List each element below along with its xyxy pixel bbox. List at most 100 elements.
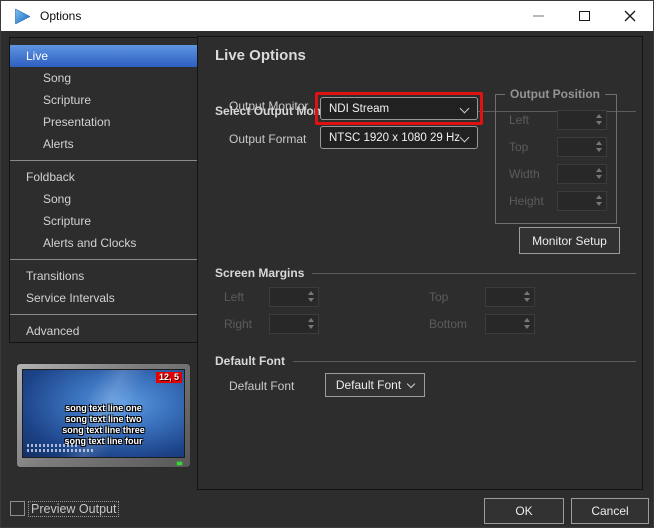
preview-screen: 12, 5 song text line one song text line t… — [22, 369, 185, 458]
spinner-up-icon — [596, 141, 602, 145]
sidebar-item-transitions[interactable]: Transitions — [10, 265, 197, 287]
sidebar: LiveSongScripturePresentationAlertsFoldb… — [9, 37, 198, 343]
sidebar-item-foldback[interactable]: Foldback — [10, 166, 197, 188]
page-title: Live Options — [215, 47, 306, 64]
maximize-button[interactable] — [561, 1, 607, 31]
sidebar-divider — [10, 314, 197, 315]
chevron-down-icon — [460, 104, 470, 114]
spinner-down-icon — [596, 121, 602, 125]
group-divider-line — [293, 361, 636, 362]
default-font-dropdown[interactable]: Default Font — [325, 373, 425, 397]
live-options-panel: Live Options Select Output Monitor Outpu… — [197, 36, 643, 490]
default-font-group-header: Default Font — [215, 354, 636, 368]
chevron-down-icon — [460, 133, 470, 143]
output-position-group-label: Output Position — [505, 87, 605, 101]
sidebar-divider — [10, 259, 197, 260]
preview-info-text-line — [27, 449, 93, 452]
preview-monitor: 12, 5 song text line one song text line t… — [16, 363, 191, 468]
close-icon — [624, 10, 636, 22]
cancel-button[interactable]: Cancel — [571, 498, 649, 524]
default-font-label: Default Font — [229, 379, 294, 393]
output-monitor-label: Output Monitor — [229, 99, 308, 113]
output-position-row: Width — [509, 163, 607, 184]
field-label: Width — [509, 167, 540, 181]
output-position-row: Top — [509, 136, 607, 157]
output-format-label: Output Format — [229, 132, 306, 146]
number-spinner — [485, 314, 535, 334]
sidebar-item-advanced[interactable]: Advanced — [10, 320, 197, 342]
output-monitor-dropdown[interactable]: NDI Stream — [320, 97, 478, 120]
screen-margins-group-header: Screen Margins — [215, 266, 636, 280]
output-position-row: Height — [509, 190, 607, 211]
sidebar-divider — [10, 160, 197, 161]
spinner-up-icon — [524, 318, 530, 322]
screen-margins-left-column: Left Right — [224, 286, 319, 340]
spinner-up-icon — [596, 195, 602, 199]
field-label: Top — [429, 290, 485, 304]
spinner-down-icon — [524, 298, 530, 302]
group-label: Default Font — [215, 354, 285, 368]
close-button[interactable] — [607, 1, 653, 31]
spinner-down-icon — [596, 175, 602, 179]
number-spinner — [557, 137, 607, 157]
spinner-arrows — [524, 291, 530, 302]
group-label: Screen Margins — [215, 266, 304, 280]
spinner-arrows — [596, 195, 602, 206]
spinner-down-icon — [596, 148, 602, 152]
sidebar-item-song[interactable]: Song — [10, 67, 197, 89]
screen-margin-row: Top — [429, 286, 535, 307]
spinner-down-icon — [308, 325, 314, 329]
sidebar-item-service-intervals[interactable]: Service Intervals — [10, 287, 197, 309]
output-position-row: Left — [509, 109, 607, 130]
spinner-arrows — [308, 318, 314, 329]
number-spinner — [269, 287, 319, 307]
ok-button[interactable]: OK — [484, 498, 564, 524]
group-divider-line — [312, 273, 636, 274]
title-bar: Options — [1, 1, 653, 31]
sidebar-item-alerts-and-clocks[interactable]: Alerts and Clocks — [10, 232, 197, 254]
spinner-up-icon — [308, 318, 314, 322]
preview-song-line: song text line one — [23, 403, 184, 414]
field-label: Height — [509, 194, 544, 208]
sidebar-item-scripture[interactable]: Scripture — [10, 210, 197, 232]
output-format-dropdown[interactable]: NTSC 1920 x 1080 29 Hz — [320, 126, 478, 149]
output-position-fields: Left Top Width Height — [496, 109, 616, 211]
field-label: Top — [509, 140, 528, 154]
preview-output-checkbox[interactable] — [10, 501, 25, 516]
preview-info-text-line — [27, 444, 77, 447]
screen-margin-row: Left — [224, 286, 319, 307]
field-label: Right — [224, 317, 269, 331]
preview-output-row[interactable]: Preview Output — [10, 501, 118, 516]
preview-output-label[interactable]: Preview Output — [29, 502, 118, 516]
screen-margins-right-column: Top Bottom — [429, 286, 535, 340]
field-label: Bottom — [429, 317, 485, 331]
spinner-arrows — [524, 318, 530, 329]
sidebar-item-presentation[interactable]: Presentation — [10, 111, 197, 133]
spinner-arrows — [596, 168, 602, 179]
preview-badge: 12, 5 — [156, 372, 182, 383]
spinner-up-icon — [524, 291, 530, 295]
chevron-down-icon — [407, 379, 415, 387]
sidebar-item-alerts[interactable]: Alerts — [10, 133, 197, 155]
spinner-down-icon — [524, 325, 530, 329]
screen-margin-row: Right — [224, 313, 319, 334]
output-format-value: NTSC 1920 x 1080 29 Hz — [329, 132, 460, 144]
sidebar-item-scripture[interactable]: Scripture — [10, 89, 197, 111]
field-label: Left — [509, 113, 529, 127]
monitor-setup-button[interactable]: Monitor Setup — [519, 227, 620, 254]
sidebar-item-song[interactable]: Song — [10, 188, 197, 210]
spinner-arrows — [596, 114, 602, 125]
screen-margin-row: Bottom — [429, 313, 535, 334]
number-spinner — [269, 314, 319, 334]
output-position-group: Output Position LeftTopWidthHeight — [495, 94, 617, 224]
sidebar-item-live[interactable]: Live — [10, 45, 197, 67]
spinner-down-icon — [596, 202, 602, 206]
minimize-button[interactable] — [515, 1, 561, 31]
caption-buttons — [515, 1, 653, 31]
spinner-down-icon — [308, 298, 314, 302]
minimize-icon — [533, 15, 544, 17]
preview-song-line: song text line three — [23, 425, 184, 436]
app-icon — [14, 8, 31, 25]
number-spinner — [485, 287, 535, 307]
red-highlight-box: NDI Stream — [315, 92, 483, 125]
